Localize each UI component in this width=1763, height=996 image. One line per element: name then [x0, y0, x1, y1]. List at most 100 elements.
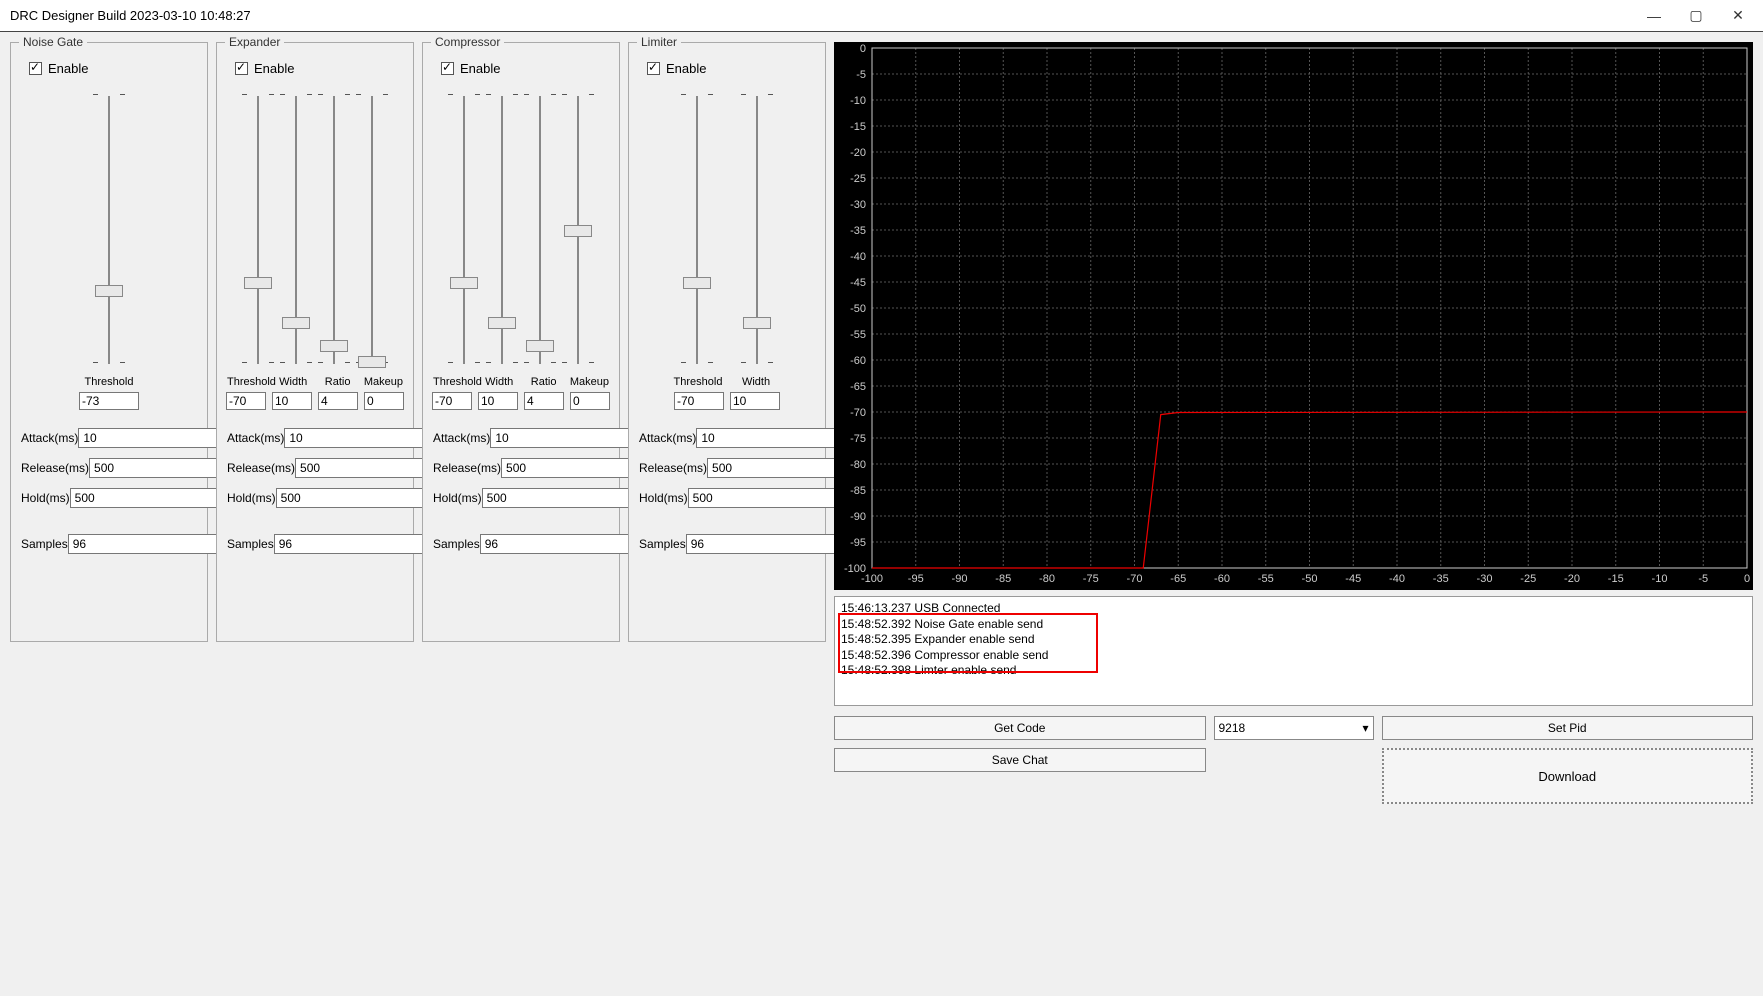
svg-text:-85: -85	[995, 573, 1011, 585]
enable-label: Enable	[254, 61, 294, 76]
slider-group	[21, 90, 197, 370]
enable-checkbox[interactable]	[441, 62, 454, 75]
threshold-input[interactable]	[674, 392, 724, 410]
svg-text:-35: -35	[850, 225, 866, 237]
attack-label: Attack(ms)	[21, 431, 78, 445]
makeup-slider[interactable]	[568, 90, 588, 370]
minimize-button[interactable]: —	[1647, 9, 1661, 23]
ratio-slider[interactable]	[324, 90, 344, 370]
panel-title: Noise Gate	[19, 35, 87, 49]
slider-inputs	[639, 392, 815, 410]
svg-text:-45: -45	[850, 277, 866, 289]
threshold-input[interactable]	[226, 392, 266, 410]
panel-title: Expander	[225, 35, 284, 49]
svg-text:-95: -95	[908, 573, 924, 585]
samples-label: Samples	[433, 537, 480, 551]
threshold-slider[interactable]	[687, 90, 707, 370]
enable-label: Enable	[48, 61, 88, 76]
samples-label: Samples	[227, 537, 274, 551]
svg-text:-5: -5	[1698, 573, 1708, 585]
svg-text:-80: -80	[1039, 573, 1055, 585]
samples-input[interactable]	[274, 534, 439, 554]
close-button[interactable]: ✕	[1731, 9, 1745, 23]
svg-text:-15: -15	[850, 121, 866, 133]
limiter-panel: LimiterEnableThresholdWidthAttack(ms)Rel…	[628, 42, 826, 642]
get-code-button[interactable]: Get Code	[834, 716, 1206, 740]
hold-label: Hold(ms)	[21, 491, 70, 505]
svg-text:-55: -55	[1258, 573, 1274, 585]
pid-value: 9218	[1219, 721, 1246, 735]
attack-label: Attack(ms)	[227, 431, 284, 445]
hold-input[interactable]	[70, 488, 235, 508]
svg-text:-10: -10	[850, 95, 866, 107]
save-chat-button[interactable]: Save Chat	[834, 748, 1206, 772]
hold-input[interactable]	[482, 488, 647, 508]
panel-title: Compressor	[431, 35, 504, 49]
svg-text:-70: -70	[1127, 573, 1143, 585]
log-output[interactable]: 15:46:13.237 USB Connected15:48:52.392 N…	[834, 596, 1753, 706]
svg-text:-100: -100	[861, 573, 883, 585]
makeup-input[interactable]	[364, 392, 404, 410]
slider-labels: ThresholdWidthRatioMakeup	[433, 376, 609, 388]
enable-checkbox[interactable]	[235, 62, 248, 75]
samples-input[interactable]	[480, 534, 645, 554]
ratio-slider[interactable]	[530, 90, 550, 370]
set-pid-button[interactable]: Set Pid	[1382, 716, 1754, 740]
svg-text:0: 0	[860, 43, 866, 55]
svg-text:-30: -30	[850, 199, 866, 211]
width-slider[interactable]	[492, 90, 512, 370]
svg-text:-5: -5	[856, 69, 866, 81]
slider-group	[639, 90, 815, 370]
threshold-input[interactable]	[79, 392, 139, 410]
width-slider[interactable]	[286, 90, 306, 370]
ratio-input[interactable]	[524, 392, 564, 410]
release-label: Release(ms)	[227, 461, 295, 475]
slider-labels: ThresholdWidthRatioMakeup	[227, 376, 403, 388]
log-line: 15:48:52.392 Noise Gate enable send	[841, 617, 1746, 633]
svg-text:-55: -55	[850, 329, 866, 341]
svg-text:-40: -40	[1389, 573, 1405, 585]
maximize-button[interactable]: ▢	[1689, 9, 1703, 23]
svg-text:-95: -95	[850, 537, 866, 549]
samples-input[interactable]	[68, 534, 233, 554]
compressor-panel: CompressorEnableThresholdWidthRatioMakeu…	[422, 42, 620, 642]
release-label: Release(ms)	[21, 461, 89, 475]
pid-select[interactable]: 9218 ▾	[1214, 716, 1374, 740]
slider-inputs	[21, 392, 197, 410]
hold-input[interactable]	[276, 488, 441, 508]
threshold-slider[interactable]	[99, 90, 119, 370]
svg-text:-30: -30	[1477, 573, 1493, 585]
svg-text:-80: -80	[850, 459, 866, 471]
threshold-input[interactable]	[432, 392, 472, 410]
threshold-slider[interactable]	[248, 90, 268, 370]
svg-text:-85: -85	[850, 485, 866, 497]
svg-text:-15: -15	[1608, 573, 1624, 585]
makeup-slider[interactable]	[362, 90, 382, 370]
chevron-down-icon: ▾	[1362, 721, 1368, 735]
enable-label: Enable	[666, 61, 706, 76]
width-input[interactable]	[478, 392, 518, 410]
attack-label: Attack(ms)	[433, 431, 490, 445]
svg-text:-25: -25	[850, 173, 866, 185]
panel-title: Limiter	[637, 35, 681, 49]
download-button[interactable]: Download	[1382, 748, 1754, 804]
enable-checkbox[interactable]	[647, 62, 660, 75]
threshold-slider[interactable]	[454, 90, 474, 370]
width-slider[interactable]	[747, 90, 767, 370]
enable-label: Enable	[460, 61, 500, 76]
svg-text:0: 0	[1744, 573, 1750, 585]
svg-text:-50: -50	[850, 303, 866, 315]
width-input[interactable]	[730, 392, 780, 410]
width-input[interactable]	[272, 392, 312, 410]
svg-text:-10: -10	[1652, 573, 1668, 585]
ratio-input[interactable]	[318, 392, 358, 410]
hold-input[interactable]	[688, 488, 853, 508]
hold-label: Hold(ms)	[227, 491, 276, 505]
makeup-input[interactable]	[570, 392, 610, 410]
hold-label: Hold(ms)	[639, 491, 688, 505]
svg-text:-75: -75	[1083, 573, 1099, 585]
enable-checkbox[interactable]	[29, 62, 42, 75]
samples-input[interactable]	[686, 534, 851, 554]
svg-text:-60: -60	[1214, 573, 1230, 585]
hold-label: Hold(ms)	[433, 491, 482, 505]
